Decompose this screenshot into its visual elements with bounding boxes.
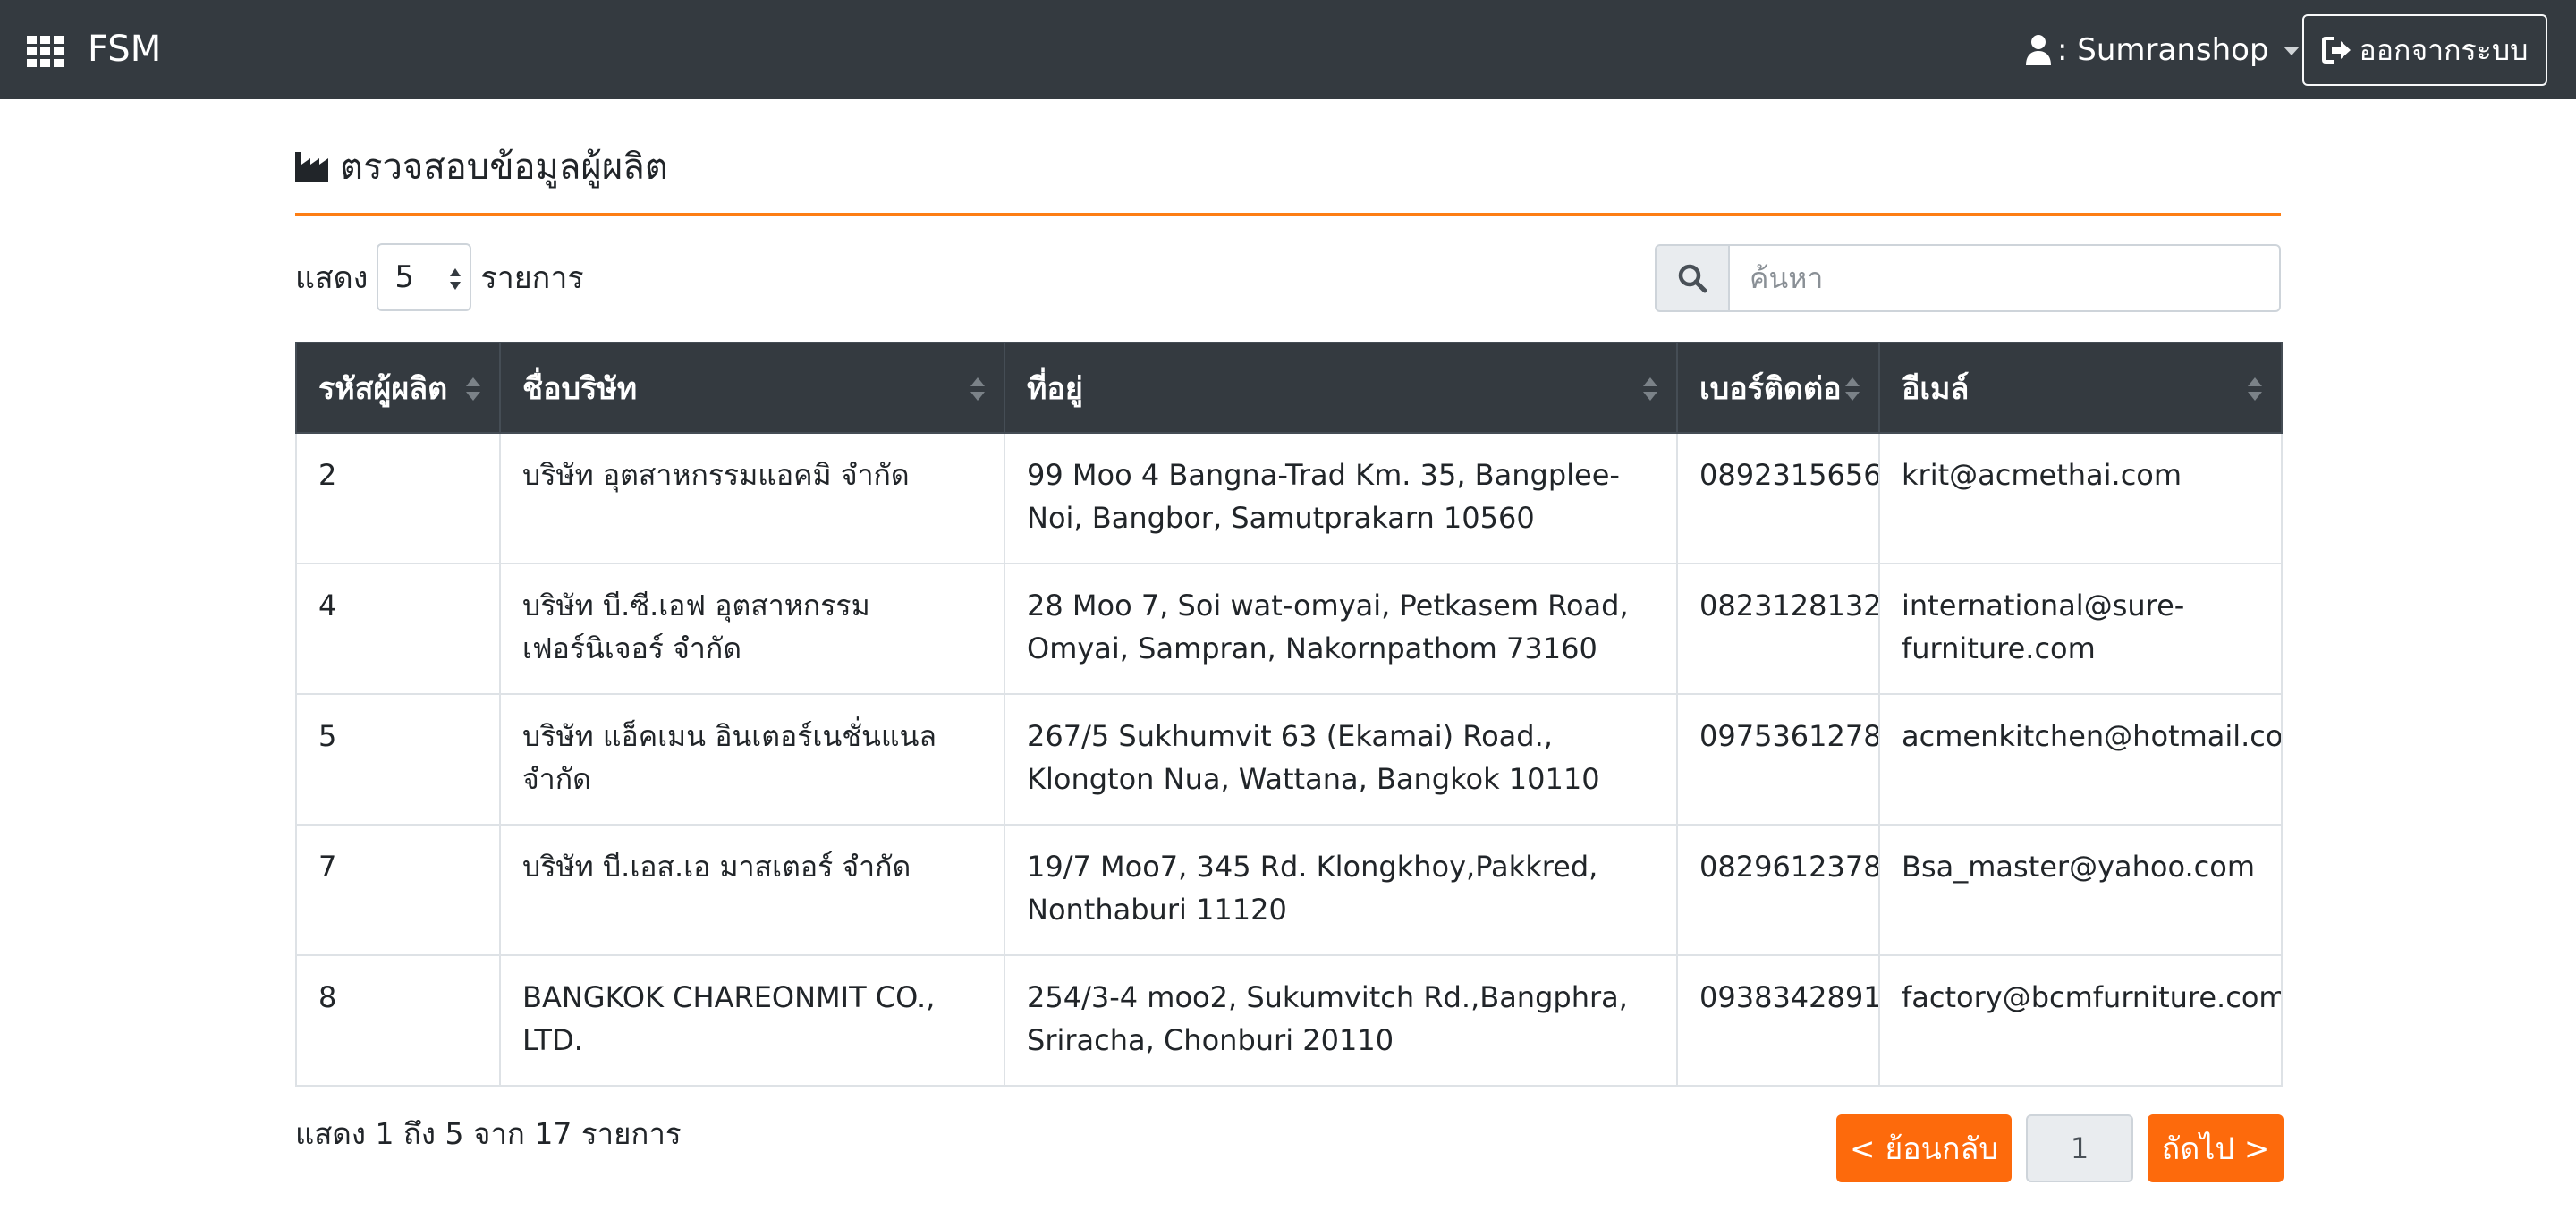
cell-code: 4 <box>295 563 501 695</box>
cell-phone: 0892315656 <box>1676 432 1880 564</box>
sign-out-icon <box>2321 37 2351 64</box>
factory-icon <box>295 152 328 182</box>
top-navbar: FSM : Sumranshop ออกจากระบบ <box>0 0 2576 99</box>
column-header-phone[interactable]: เบอร์ติดต่อ <box>1676 342 1880 434</box>
table-info: แสดง 1 ถึง 5 จาก 17 รายการ <box>295 1116 682 1151</box>
sort-icon <box>1845 377 1860 401</box>
column-header-code[interactable]: รหัสผู้ผลิต <box>295 342 501 434</box>
pagination: < ย้อนกลับ 1 ถัดไป > <box>1836 1114 2284 1182</box>
cell-address: 99 Moo 4 Bangna-Trad Km. 35, Bangplee-No… <box>1004 432 1678 564</box>
cell-company: บริษัท แอ็คเมน อินเตอร์เนชั่นแนล จำกัด <box>499 693 1005 826</box>
cell-email: international@sure-furniture.com <box>1878 563 2283 695</box>
table-row[interactable]: 7 บริษัท บี.เอส.เอ มาสเตอร์ จำกัด 19/7 M… <box>295 824 2283 956</box>
table-row[interactable]: 5 บริษัท แอ็คเมน อินเตอร์เนชั่นแนล จำกัด… <box>295 693 2283 826</box>
column-header-address[interactable]: ที่อยู่ <box>1004 342 1678 434</box>
search-icon <box>1678 264 1707 293</box>
cell-phone: 0975361278 <box>1676 693 1880 826</box>
cell-code: 2 <box>295 432 501 564</box>
select-arrows-icon <box>450 268 462 290</box>
cell-company: บริษัท บี.เอส.เอ มาสเตอร์ จำกัด <box>499 824 1005 956</box>
cell-address: 28 Moo 7, Soi wat-omyai, Petkasem Road, … <box>1004 563 1678 695</box>
logout-label: ออกจากระบบ <box>2359 32 2529 67</box>
cell-address: 267/5 Sukhumvit 63 (Ekamai) Road., Klong… <box>1004 693 1678 826</box>
manufacturer-table: รหัสผู้ผลิต ชื่อบริษัท ที่อยู่ เบอร์ติดต… <box>295 342 2283 1087</box>
cell-email: krit@acmethai.com <box>1878 432 2283 564</box>
user-icon <box>2026 35 2051 65</box>
cell-address: 254/3-4 moo2, Sukumvitch Rd.,Bangphra, S… <box>1004 954 1678 1087</box>
cell-code: 8 <box>295 954 501 1087</box>
page-length-control: แสดง 5 รายการ <box>295 243 584 311</box>
search-input[interactable] <box>1730 244 2281 312</box>
show-label: แสดง <box>295 260 369 296</box>
current-page-button[interactable]: 1 <box>2026 1114 2133 1182</box>
cell-email: factory@bcmfurniture.com <box>1878 954 2283 1087</box>
page-length-value: 5 <box>394 259 414 295</box>
column-header-company[interactable]: ชื่อบริษัท <box>499 342 1005 434</box>
grid-apps-icon[interactable] <box>27 36 64 68</box>
page-title: ตรวจสอบข้อมูลผู้ผลิต <box>295 141 668 191</box>
sort-icon <box>466 377 480 401</box>
entries-label: รายการ <box>480 260 584 296</box>
cell-code: 7 <box>295 824 501 956</box>
cell-email: Bsa_master@yahoo.com <box>1878 824 2283 956</box>
column-header-email[interactable]: อีเมล์ <box>1878 342 2283 434</box>
sort-icon <box>2248 377 2262 401</box>
sort-icon <box>970 377 985 401</box>
cell-address: 19/7 Moo7, 345 Rd. Klongkhoy,Pakkred, No… <box>1004 824 1678 956</box>
user-name: : Sumranshop <box>2057 32 2269 68</box>
table-header-row: รหัสผู้ผลิต ชื่อบริษัท ที่อยู่ เบอร์ติดต… <box>295 342 2283 434</box>
cell-company: บริษัท อุตสาหกรรมแอคมิ จำกัด <box>499 432 1005 564</box>
table-row[interactable]: 2 บริษัท อุตสาหกรรมแอคมิ จำกัด 99 Moo 4 … <box>295 432 2283 564</box>
cell-phone: 0823128132 <box>1676 563 1880 695</box>
page-length-select[interactable]: 5 <box>377 243 472 311</box>
brand-title[interactable]: FSM <box>88 28 161 71</box>
cell-phone: 0829612378 <box>1676 824 1880 956</box>
cell-code: 5 <box>295 693 501 826</box>
logout-button[interactable]: ออกจากระบบ <box>2302 14 2547 86</box>
sort-icon <box>1643 377 1657 401</box>
table-row[interactable]: 8 BANGKOK CHAREONMIT CO., LTD. 254/3-4 m… <box>295 954 2283 1087</box>
page-title-text: ตรวจสอบข้อมูลผู้ผลิต <box>340 147 668 188</box>
table-row[interactable]: 4 บริษัท บี.ซี.เอฟ อุตสาหกรรมเฟอร์นิเจอร… <box>295 563 2283 695</box>
search-icon-addon <box>1655 244 1730 312</box>
user-dropdown[interactable]: : Sumranshop <box>2025 30 2300 70</box>
cell-company: BANGKOK CHAREONMIT CO., LTD. <box>499 954 1005 1087</box>
previous-page-button[interactable]: < ย้อนกลับ <box>1836 1114 2012 1182</box>
cell-company: บริษัท บี.ซี.เอฟ อุตสาหกรรมเฟอร์นิเจอร์ … <box>499 563 1005 695</box>
chevron-down-icon <box>2283 47 2300 55</box>
search-group <box>1655 244 2281 312</box>
cell-email: acmenkitchen@hotmail.com <box>1878 693 2283 826</box>
cell-phone: 0938342891 <box>1676 954 1880 1087</box>
title-divider <box>295 213 2281 216</box>
next-page-button[interactable]: ถัดไป > <box>2148 1114 2284 1182</box>
